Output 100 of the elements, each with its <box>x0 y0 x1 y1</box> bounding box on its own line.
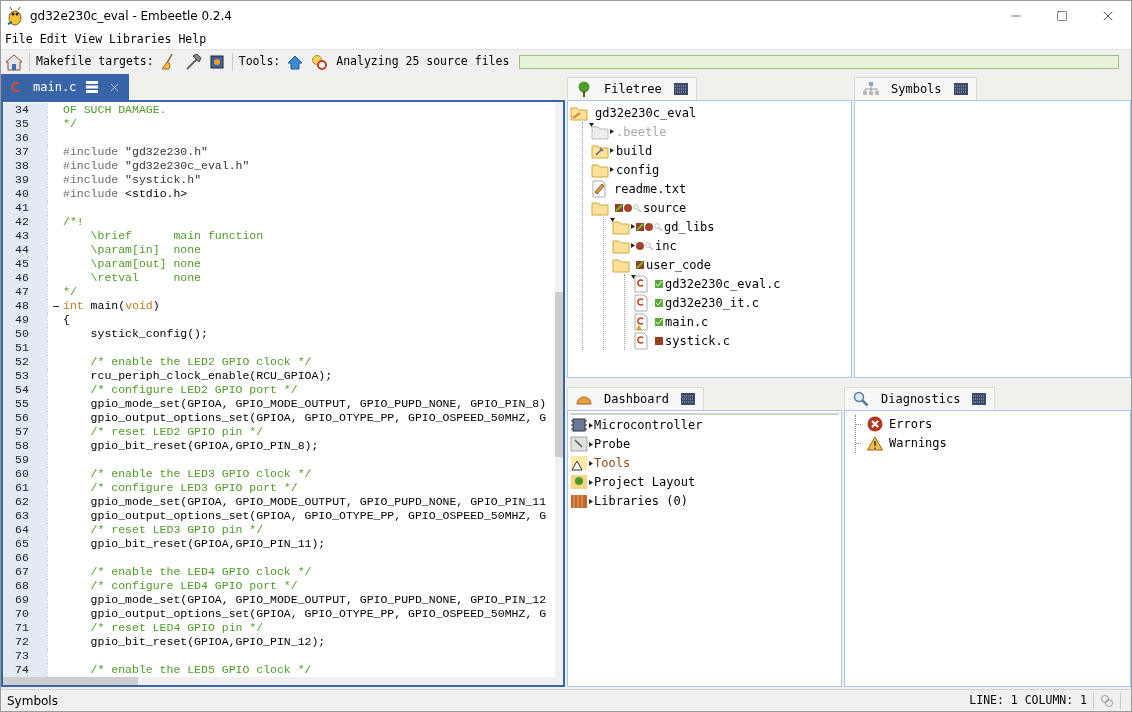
collapsed-arrow-icon[interactable] <box>589 460 593 466</box>
folder-icon <box>591 199 609 216</box>
code-line: #include "systick.h" <box>63 173 202 187</box>
dot-marker-icon <box>624 203 632 212</box>
fold-marker-icon[interactable] <box>52 305 59 307</box>
menu-item[interactable]: Edit <box>39 31 68 49</box>
code-line: gpio_mode_set(GPIOA, GPIO_MODE_OUTPUT, GPIO_PUPD_NONE, GPIO_PIN_12 <box>89 593 547 607</box>
code-line: \brief main function <box>89 229 264 243</box>
dashboard-item[interactable]: Probe <box>594 435 631 453</box>
code-line: /*! <box>63 215 84 229</box>
panel-tab[interactable]: Dashboard <box>567 386 705 410</box>
line-number: 36 <box>3 131 47 145</box>
line-number: 68 <box>3 579 47 593</box>
tree-item-label[interactable]: source <box>643 198 687 217</box>
line-number: 44 <box>3 243 47 257</box>
line-number: 38 <box>3 159 47 173</box>
code-line: gpio_mode_set(GPIOA, GPIO_MODE_OUTPUT, GPIO_PUPD_NONE, GPIO_PIN_11 <box>89 495 547 509</box>
menu-item[interactable]: View <box>74 31 103 49</box>
square-marker-icon <box>655 336 663 345</box>
menu-icon[interactable] <box>972 392 987 405</box>
vertical-scrollbar[interactable] <box>555 102 563 677</box>
line-number: 49 <box>3 313 47 327</box>
panel-tab[interactable]: Diagnostics <box>844 386 996 410</box>
panel-tab[interactable]: Filetree <box>567 77 697 100</box>
code-line: #include "gd32e230c_eval.h" <box>63 159 250 173</box>
collapsed-arrow-icon[interactable] <box>631 243 635 248</box>
collapsed-arrow-icon[interactable] <box>589 479 593 485</box>
collapsed-arrow-icon[interactable] <box>610 167 614 172</box>
code-line: /* reset LED2 GPIO pin */ <box>89 425 264 439</box>
dashboard-item[interactable]: Tools <box>594 454 631 472</box>
code-line: */ <box>63 285 77 299</box>
line-number: 58 <box>3 439 47 453</box>
dot-marker-icon <box>645 222 653 231</box>
tree-item-label[interactable]: build <box>616 141 653 160</box>
tree-item-label[interactable]: gd32e230_it.c <box>665 293 759 312</box>
line-number: 52 <box>3 355 47 369</box>
panel-tab[interactable]: Symbols <box>854 77 977 100</box>
home-icon[interactable] <box>5 53 23 71</box>
collapsed-arrow-icon[interactable] <box>589 498 593 504</box>
collapsed-arrow-icon[interactable] <box>589 441 593 447</box>
code-editor[interactable] <box>1 100 565 687</box>
collapsed-arrow-icon[interactable] <box>631 224 635 229</box>
code-line: /* enable the LED3 GPIO clock */ <box>89 467 312 481</box>
search-icon <box>853 390 869 407</box>
house-arrow-icon[interactable] <box>286 53 305 71</box>
line-number: 74 <box>3 663 47 677</box>
tree-item-label[interactable]: main.c <box>665 312 709 331</box>
line-number: 66 <box>3 551 47 565</box>
tree-item-label[interactable]: user_code <box>646 255 712 274</box>
collapsed-arrow-icon[interactable] <box>610 129 614 134</box>
line-number: 51 <box>3 341 47 355</box>
code-line: #include <stdio.h> <box>63 187 188 201</box>
chip-icon[interactable] <box>207 53 226 71</box>
line-number: 62 <box>3 495 47 509</box>
line-number: 45 <box>3 257 47 271</box>
menu-icon[interactable] <box>86 81 99 93</box>
hierarchy-icon <box>863 82 879 96</box>
maximize-icon[interactable] <box>1056 10 1068 22</box>
analysis-status: Analyzing 25 source files <box>336 53 510 71</box>
menu-item[interactable]: Help <box>178 31 207 49</box>
code-line: gpio_output_options_set(GPIOA, GPIO_OTYPE_PP, GPIO_OSPEED_50MHZ, G <box>89 607 547 621</box>
tree-item-label[interactable]: gd32e230c_eval <box>595 103 697 122</box>
collapsed-arrow-icon[interactable] <box>610 148 614 153</box>
tree-item-label[interactable]: gd_libs <box>664 217 715 236</box>
code-line: /* enable the LED5 GPIO clock */ <box>89 663 312 677</box>
warning-icon <box>867 435 883 451</box>
code-line: int main(void) <box>63 299 160 313</box>
diagnostics-item[interactable]: Warnings <box>889 434 947 452</box>
dashboard-item[interactable]: Microcontroller <box>594 416 703 434</box>
tree-item-label[interactable]: gd32e230c_eval.c <box>665 274 781 293</box>
line-number: 70 <box>3 607 47 621</box>
menu-icon[interactable] <box>673 83 688 95</box>
line-number: 69 <box>3 593 47 607</box>
line-number: 50 <box>3 327 47 341</box>
error-icon <box>867 416 883 432</box>
dashboard-item[interactable]: Project Layout <box>594 473 696 491</box>
expanded-arrow-icon[interactable] <box>589 123 594 127</box>
build-marker-icon <box>636 260 644 269</box>
code-line: { <box>63 313 70 327</box>
line-number: 63 <box>3 509 47 523</box>
collapsed-arrow-icon[interactable] <box>589 422 593 428</box>
menu-item[interactable]: Libraries <box>109 31 172 49</box>
folder-icon <box>591 123 609 140</box>
tree-item-label[interactable]: config <box>616 160 660 179</box>
tree-item-label[interactable]: inc <box>655 236 677 255</box>
line-number: 34 <box>3 103 47 117</box>
code-line: /* reset LED4 GPIO pin */ <box>89 621 264 635</box>
horizontal-scrollbar[interactable] <box>3 677 563 685</box>
menu-item[interactable]: File <box>5 31 33 49</box>
expanded-arrow-icon[interactable] <box>610 218 615 222</box>
menu-icon[interactable] <box>681 392 696 405</box>
tree-item-label[interactable]: systick.c <box>665 331 731 350</box>
dashboard-item[interactable]: Libraries (0) <box>594 492 688 510</box>
diagnostics-item[interactable]: Errors <box>889 415 933 433</box>
check-marker-icon <box>655 317 663 326</box>
menu-icon[interactable] <box>953 83 968 95</box>
build-marker-icon <box>636 222 644 231</box>
tree-item-label[interactable]: readme.txt <box>614 179 687 198</box>
editor-tab[interactable]: main.c <box>1 74 130 100</box>
window-title: gd32e230c_eval - Embeetle 0.2.4 <box>30 8 232 25</box>
